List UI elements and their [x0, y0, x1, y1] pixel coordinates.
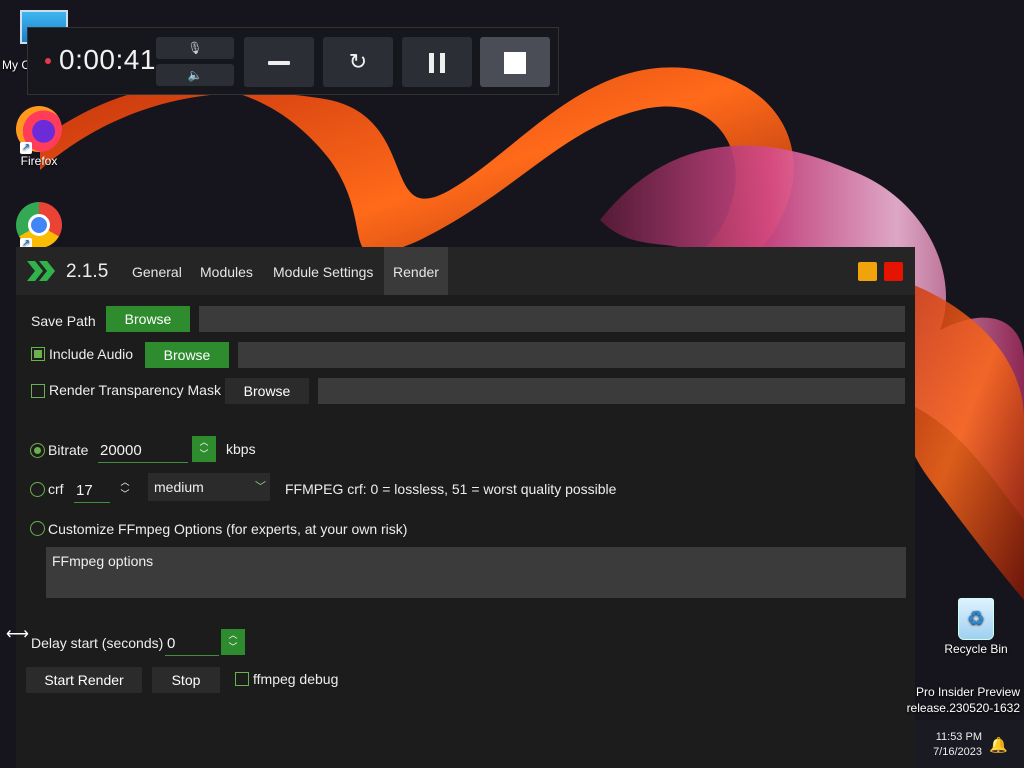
include-audio-label: Include Audio — [49, 346, 134, 362]
stop-icon — [504, 52, 526, 75]
app-version: 2.1.5 — [66, 261, 109, 282]
firefox-desktop-icon[interactable]: ↗ Firefox — [9, 106, 69, 168]
ffmpeg-debug-label: ffmpeg debug — [253, 671, 339, 687]
crf-stepper[interactable]: ︿ ﹀ — [113, 476, 137, 502]
resize-cursor-icon: ⟷ — [6, 626, 29, 643]
save-path-field[interactable] — [199, 306, 905, 332]
microphone-icon: 🎙 — [187, 41, 203, 55]
restart-icon: ↻ — [348, 49, 368, 74]
transparency-path-field[interactable] — [318, 378, 905, 404]
include-audio-checkbox[interactable] — [31, 347, 45, 361]
firefox-icon: ↗ — [16, 106, 62, 154]
render-transparency-checkbox[interactable] — [31, 384, 45, 398]
bitrate-radio[interactable] — [30, 443, 45, 458]
audio-browse-button[interactable]: Browse — [145, 342, 229, 368]
crf-input[interactable]: 17 — [74, 478, 110, 503]
save-path-browse-button[interactable]: Browse — [106, 306, 190, 332]
recording-indicator-icon — [45, 58, 51, 64]
ffmpeg-debug-checkbox[interactable] — [235, 672, 249, 686]
bitrate-label: Bitrate — [48, 442, 89, 458]
close-window-button[interactable] — [884, 262, 903, 281]
ffmpeg-options-textarea[interactable]: FFmpeg options — [46, 547, 906, 598]
bitrate-unit: kbps — [226, 441, 256, 457]
audio-path-field[interactable] — [238, 342, 905, 368]
tab-render[interactable]: Render — [384, 247, 448, 295]
recycle-bin-icon: ♻ — [958, 598, 994, 640]
render-transparency-label: Render Transparency Mask — [49, 382, 221, 398]
shortcut-arrow-icon: ↗ — [20, 142, 32, 154]
speaker-icon: 🔈 — [187, 68, 203, 82]
minimize-window-button[interactable] — [858, 262, 877, 281]
title-bar: 2.1.5 General Modules Module Settings Re… — [16, 247, 915, 295]
clock-time: 11:53 PM — [935, 731, 982, 743]
tab-module-settings[interactable]: Module Settings — [265, 247, 381, 295]
firefox-label: Firefox — [20, 154, 58, 168]
chrome-desktop-icon[interactable]: ↗ — [9, 202, 69, 250]
bitrate-stepper[interactable]: ︿ ﹀ — [192, 436, 216, 462]
stop-render-button[interactable]: Stop — [152, 667, 220, 693]
crf-radio[interactable] — [30, 482, 45, 497]
start-render-button[interactable]: Start Render — [26, 667, 142, 693]
custom-ffmpeg-radio[interactable] — [30, 521, 45, 536]
microphone-toggle[interactable]: 🎙 — [156, 37, 234, 59]
preset-select[interactable]: medium ﹀ — [148, 473, 270, 501]
app-logo-icon — [27, 261, 55, 281]
save-path-label: Save Path — [31, 313, 96, 329]
clock-date: 7/16/2023 — [933, 746, 982, 758]
recycle-bin-desktop-icon[interactable]: ♻ Recycle Bin — [938, 598, 1014, 656]
delay-start-stepper[interactable]: ︿ ﹀ — [221, 629, 245, 655]
minus-icon — [268, 61, 290, 66]
preset-select-value: medium — [154, 479, 204, 495]
notification-bell-icon[interactable]: 🔔 — [989, 736, 1008, 754]
transparency-browse-button[interactable]: Browse — [225, 378, 309, 404]
minimize-recorder-button[interactable] — [244, 37, 314, 87]
chrome-icon: ↗ — [16, 202, 62, 250]
crf-hint: FFMPEG crf: 0 = lossless, 51 = worst qua… — [285, 481, 617, 497]
build-watermark-line2: release.230520-1632 — [906, 701, 1020, 715]
pause-icon — [429, 53, 445, 74]
delay-start-label: Delay start (seconds) — [31, 635, 164, 651]
chevron-down-icon: ﹀ — [255, 481, 266, 493]
recycle-bin-label: Recycle Bin — [944, 642, 1008, 656]
stop-recording-button[interactable] — [480, 37, 550, 87]
bitrate-input[interactable]: 20000 — [98, 438, 188, 463]
restart-recording-button[interactable]: ↻ — [323, 37, 393, 87]
ffmpeg-options-placeholder: FFmpeg options — [52, 553, 154, 569]
system-audio-toggle[interactable]: 🔈 — [156, 64, 234, 86]
pause-recording-button[interactable] — [402, 37, 472, 87]
tab-modules[interactable]: Modules — [192, 247, 261, 295]
build-watermark-line1: Pro Insider Preview — [915, 685, 1020, 699]
tab-general[interactable]: General — [124, 247, 190, 295]
delay-start-input[interactable]: 0 — [165, 631, 219, 656]
screen-recorder-bar: 0:00:41 🎙 🔈 ↻ — [27, 27, 559, 95]
custom-ffmpeg-label: Customize FFmpeg Options (for experts, a… — [48, 521, 408, 537]
crf-label: crf — [48, 481, 64, 497]
recording-timer: 0:00:41 — [59, 44, 156, 75]
render-app-window: 2.1.5 General Modules Module Settings Re… — [16, 247, 915, 768]
taskbar-clock[interactable]: 11:53 PM 7/16/2023 — [920, 730, 982, 760]
